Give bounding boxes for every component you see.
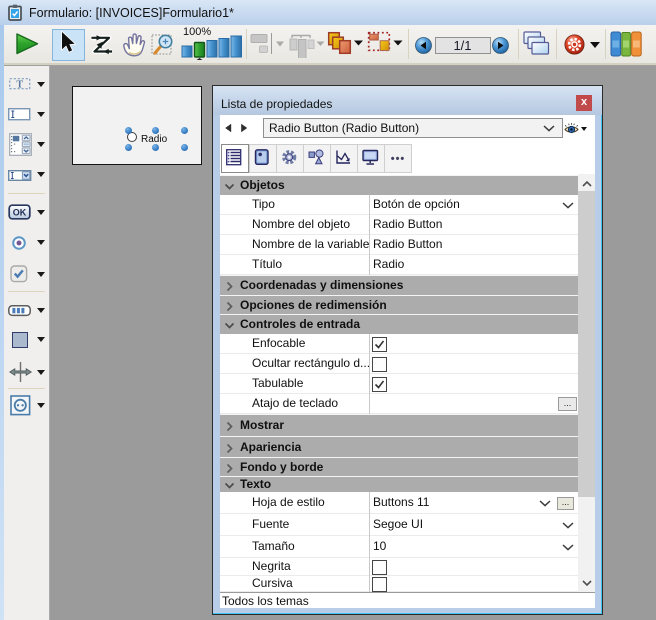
svg-text:OK: OK xyxy=(13,208,27,218)
svg-text:T: T xyxy=(16,79,23,90)
